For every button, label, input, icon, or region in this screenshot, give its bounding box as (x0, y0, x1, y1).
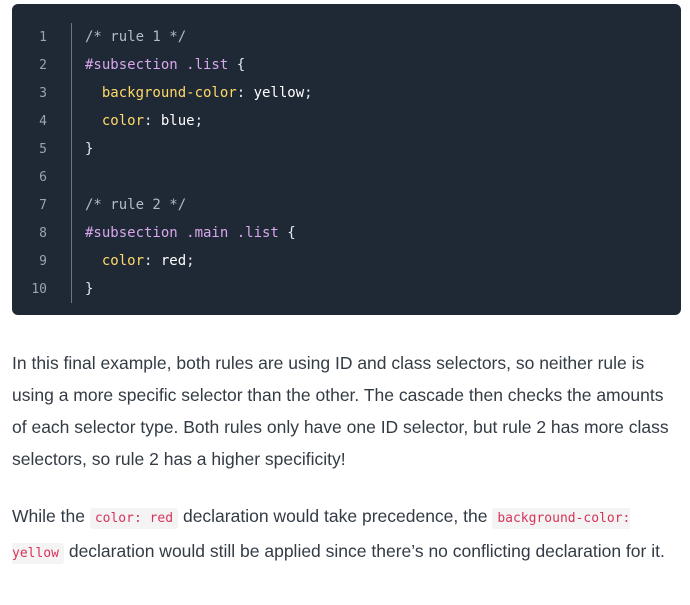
code-text: /* rule 1 */ (85, 29, 186, 45)
code-line: 9 color: red; (12, 247, 681, 275)
code-token-punct: ; (186, 253, 195, 269)
code-text: } (85, 141, 93, 157)
code-text: color: red; (85, 253, 195, 269)
code-line: 3 background-color: yellow; (12, 79, 681, 107)
conclusion-text-after: declaration would still be applied since… (63, 541, 665, 561)
code-block: 1/* rule 1 */2 #subsection .list {3 backg… (12, 4, 681, 315)
code-token-punct: } (85, 281, 94, 297)
inline-code-color-red: color: red (89, 508, 179, 529)
code-token-punct: : (144, 253, 161, 269)
line-number: 7 (39, 198, 47, 213)
code-line: 5} (12, 135, 681, 163)
code-line: 6 (12, 163, 681, 191)
code-line: 7 /* rule 2 */ (12, 191, 681, 219)
code-lines: 1/* rule 1 */2 #subsection .list {3 backg… (12, 23, 681, 303)
code-token-punct (85, 113, 102, 129)
code-token-selector: #subsection .main .list (85, 225, 279, 241)
code-text: background-color: yellow; (85, 85, 313, 101)
code-line: 1 /* rule 1 */ (12, 23, 681, 51)
code-line: 10} (12, 275, 681, 303)
code-token-punct: { (228, 57, 246, 73)
explanation-paragraph: In this final example, both rules are us… (12, 347, 682, 475)
code-line: 4 color: blue; (12, 107, 681, 135)
code-text: #subsection .list { (85, 57, 245, 73)
code-text: color: blue; (85, 113, 203, 129)
code-text: #subsection .main .list { (85, 225, 296, 241)
code-text: /* rule 2 */ (85, 197, 186, 213)
code-token-value: yellow (253, 85, 305, 101)
line-number: 8 (39, 226, 47, 241)
code-token-comment: /* rule 2 */ (85, 197, 187, 213)
line-number: 9 (39, 254, 47, 269)
code-token-property: color (101, 113, 145, 129)
code-token-punct: } (85, 141, 94, 157)
code-token-punct (85, 85, 102, 101)
code-token-punct (85, 253, 102, 269)
line-number: 5 (39, 142, 47, 157)
code-token-property: color (101, 253, 145, 269)
conclusion-text-middle: declaration would take precedence, the (178, 506, 493, 526)
line-number: 2 (39, 58, 47, 73)
code-token-punct: ; (304, 85, 313, 101)
code-line: 2 #subsection .list { (12, 51, 681, 79)
explanation-text: In this final example, both rules are us… (12, 353, 669, 469)
conclusion-text-before: While the (12, 506, 90, 526)
code-token-value: blue (160, 113, 195, 129)
code-line: 8 #subsection .main .list { (12, 219, 681, 247)
code-token-property: background-color (101, 85, 237, 101)
line-number: 10 (31, 282, 47, 297)
code-token-punct: : (144, 113, 161, 129)
code-token-value: red (160, 253, 187, 269)
line-number: 6 (39, 170, 47, 185)
line-number: 3 (39, 86, 47, 101)
code-token-punct: { (278, 225, 296, 241)
conclusion-paragraph: While the color: red declaration would t… (12, 500, 682, 570)
code-token-punct: : (236, 85, 254, 101)
code-token-punct: ; (194, 113, 204, 129)
code-text: } (85, 281, 93, 297)
line-number: 4 (39, 114, 47, 129)
line-number: 1 (39, 30, 47, 45)
code-token-comment: /* rule 1 */ (85, 29, 187, 45)
code-token-selector: #subsection .list (85, 57, 229, 73)
